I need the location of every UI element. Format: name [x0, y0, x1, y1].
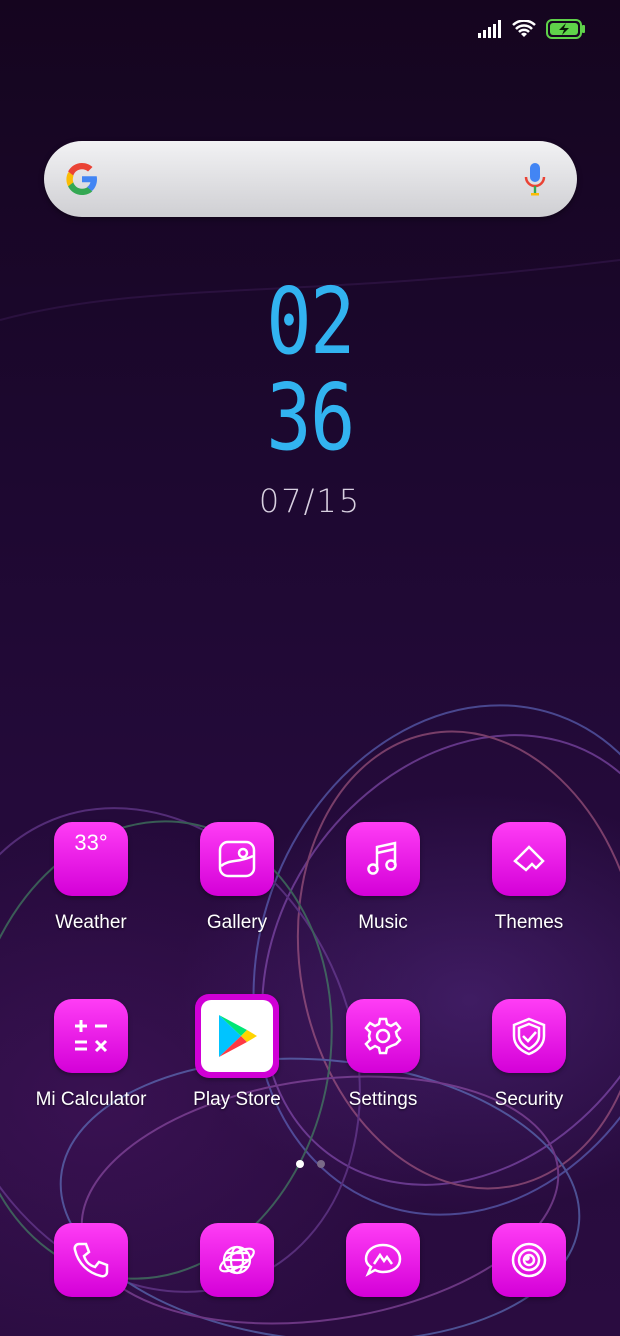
- app-weather[interactable]: 33° Weather: [18, 822, 164, 934]
- clock-date: 07/15: [258, 482, 362, 520]
- app-play-store[interactable]: Play Store: [164, 994, 310, 1111]
- weather-temperature: 33°: [74, 830, 108, 855]
- app-label-gallery: Gallery: [206, 912, 268, 933]
- signal-bars-icon: [478, 20, 501, 38]
- google-g-icon: [66, 163, 97, 195]
- app-label-settings: Settings: [348, 1089, 418, 1110]
- clock-hour: 02: [266, 268, 355, 375]
- microphone-icon[interactable]: [523, 161, 547, 197]
- paint-brush-icon: [513, 845, 545, 872]
- app-themes[interactable]: Themes: [456, 822, 602, 934]
- music-note-icon: [367, 841, 397, 875]
- play-store-icon: [219, 1015, 257, 1057]
- app-label-security: Security: [494, 1089, 564, 1110]
- calculator-icon: [75, 1020, 108, 1053]
- dock-messages[interactable]: [310, 1223, 456, 1297]
- app-gallery[interactable]: Gallery: [164, 822, 310, 934]
- app-settings[interactable]: Settings: [310, 999, 456, 1111]
- dock-camera[interactable]: [456, 1223, 602, 1297]
- clock-minute: 36: [266, 364, 355, 471]
- battery-charging-icon: [546, 19, 585, 39]
- wifi-icon: [512, 20, 536, 37]
- app-label-themes: Themes: [494, 912, 564, 933]
- messages-icon: [364, 1243, 402, 1277]
- google-search-bar[interactable]: [44, 141, 577, 217]
- camera-icon: [511, 1242, 547, 1278]
- dock-browser[interactable]: [164, 1223, 310, 1297]
- app-label-mi-calculator: Mi Calculator: [35, 1089, 147, 1110]
- app-label-play-store: Play Store: [193, 1089, 281, 1110]
- phone-icon: [73, 1242, 109, 1278]
- page-indicator: [0, 1160, 620, 1168]
- page-dot-active[interactable]: [295, 1160, 304, 1168]
- status-bar: [478, 14, 586, 44]
- dock-phone[interactable]: [18, 1223, 164, 1297]
- gear-icon: [364, 1017, 402, 1055]
- shield-icon: [512, 1017, 546, 1056]
- weather-icon: 33°: [54, 822, 128, 896]
- app-security[interactable]: Security: [456, 999, 602, 1111]
- app-label-music: Music: [358, 912, 408, 933]
- app-music[interactable]: Music: [310, 822, 456, 934]
- app-mi-calculator[interactable]: Mi Calculator: [18, 999, 164, 1111]
- app-label-weather: Weather: [55, 912, 127, 933]
- browser-globe-icon: [219, 1245, 255, 1275]
- page-dot[interactable]: [316, 1160, 325, 1168]
- gallery-icon: [218, 840, 256, 878]
